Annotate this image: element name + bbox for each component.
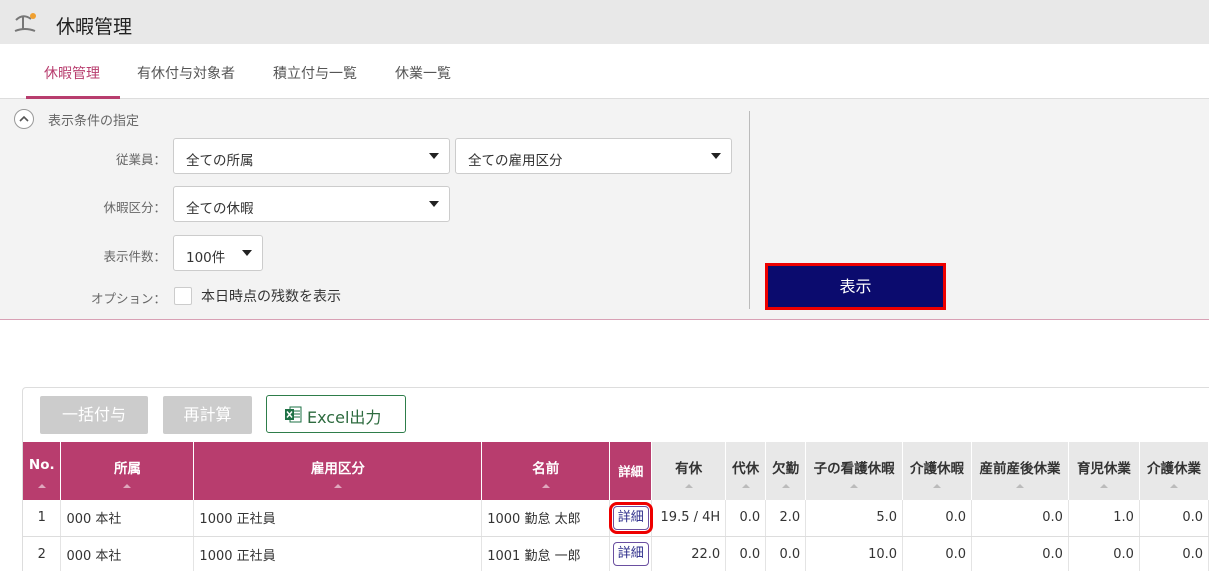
cell-maternity-leave: 0.0 (971, 500, 1069, 537)
remaining-as-of-today-label[interactable]: 本日時点の残数を表示 (201, 286, 341, 306)
beach-umbrella-icon (14, 13, 36, 32)
cell-no: 2 (23, 536, 62, 571)
leave-table: No. 所属 雇用区分 名前 詳細 有休 代休 欠勤 子の看護休暇 介護休暇 産… (23, 442, 1209, 571)
cell-name: 1000 勤怠 太郎 (481, 500, 611, 537)
cell-absence: 0.0 (765, 536, 807, 571)
sort-arrow-icon (850, 484, 859, 488)
tab-paid-leave-grant-targets[interactable]: 有休付与対象者 (137, 63, 235, 83)
title-bar: 休暇管理 (0, 0, 1209, 44)
sort-arrow-icon (684, 484, 693, 488)
column-header-child-care-leave[interactable]: 子の看護休暇 (805, 442, 904, 500)
sort-arrow-icon (781, 484, 790, 488)
option-label: オプション： (90, 291, 166, 306)
cell-child-care-leave: 10.0 (805, 536, 904, 571)
cell-nursing-care-leave: 0.0 (902, 536, 973, 571)
sort-arrow-icon (933, 484, 942, 488)
cell-department: 000 本社 (60, 500, 195, 537)
cell-parental-leave: 0.0 (1068, 536, 1140, 571)
column-header-paid-leave[interactable]: 有休 (651, 442, 727, 500)
excel-export-label: Excel出力 (307, 408, 382, 427)
column-header-detail: 詳細 (609, 442, 653, 500)
show-button[interactable]: 表示 (765, 263, 946, 310)
sort-arrow-icon (541, 484, 550, 488)
recalculate-button[interactable]: 再計算 (163, 396, 252, 434)
tab-bar: 休暇管理 有休付与対象者 積立付与一覧 休業一覧 (0, 44, 1209, 99)
display-count-select-value: 100件 (186, 250, 226, 266)
dropdown-caret-icon (429, 201, 439, 207)
column-header-maternity-leave[interactable]: 産前産後休業 (971, 442, 1069, 500)
tab-leave-of-absence-list[interactable]: 休業一覧 (395, 63, 451, 83)
cell-paid-leave: 22.0 (651, 536, 727, 571)
sort-arrow-icon (37, 484, 46, 488)
detail-button[interactable]: 詳細 (608, 501, 653, 534)
display-count-select[interactable]: 100件 (173, 235, 263, 271)
cell-maternity-leave: 0.0 (971, 536, 1069, 571)
employment-type-select-value: 全ての雇用区分 (468, 153, 563, 169)
collapse-button[interactable] (14, 109, 34, 129)
display-count-label: 表示件数： (103, 249, 166, 264)
cell-compensatory-leave: 0.0 (725, 500, 767, 537)
sort-arrow-icon (333, 484, 342, 488)
sort-arrow-icon (123, 484, 132, 488)
excel-icon (285, 406, 302, 423)
cell-child-care-leave: 5.0 (805, 500, 904, 537)
tab-leave-management[interactable]: 休暇管理 (44, 63, 100, 83)
column-header-department[interactable]: 所属 (60, 442, 195, 500)
cell-absence: 2.0 (765, 500, 807, 537)
department-select[interactable]: 全ての所属 (173, 138, 450, 174)
leave-type-select-value: 全ての休暇 (186, 201, 254, 217)
cell-paid-leave: 19.5 / 4H (651, 500, 727, 537)
column-header-no[interactable]: No. (23, 442, 62, 500)
employment-type-select[interactable]: 全ての雇用区分 (455, 138, 732, 174)
column-header-name[interactable]: 名前 (481, 442, 611, 500)
cell-care-leave-of-absence: 0.0 (1139, 500, 1209, 537)
column-header-nursing-care-leave[interactable]: 介護休暇 (902, 442, 973, 500)
dropdown-caret-icon (429, 153, 439, 159)
tab-accumulated-grant-list[interactable]: 積立付与一覧 (273, 63, 357, 83)
cell-department: 000 本社 (60, 536, 195, 571)
filter-title: 表示条件の指定 (48, 114, 140, 129)
sort-arrow-icon (1169, 484, 1178, 488)
column-header-employment-type[interactable]: 雇用区分 (193, 442, 483, 500)
cell-detail: 詳細 (609, 536, 653, 571)
bulk-grant-button[interactable]: 一括付与 (40, 396, 148, 434)
detail-button[interactable]: 詳細 (612, 542, 649, 566)
sort-arrow-icon (1099, 484, 1108, 488)
column-header-care-leave-of-absence[interactable]: 介護休業 (1139, 442, 1209, 500)
cell-no: 1 (23, 500, 62, 537)
employee-label: 従業員： (115, 152, 166, 167)
cell-name: 1001 勤怠 一郎 (481, 536, 611, 571)
column-header-absence[interactable]: 欠勤 (765, 442, 807, 500)
app-title: 休暇管理 (56, 16, 133, 38)
column-header-parental-leave[interactable]: 育児休業 (1068, 442, 1140, 500)
cell-detail: 詳細 (608, 500, 653, 537)
cell-compensatory-leave: 0.0 (725, 536, 767, 571)
column-header-compensatory-leave[interactable]: 代休 (725, 442, 767, 500)
table-row: 1 000 本社 1000 正社員 1000 勤怠 太郎 詳細 19.5 / 4… (23, 500, 1209, 537)
cell-employment-type: 1000 正社員 (193, 536, 483, 571)
remaining-as-of-today-checkbox[interactable] (174, 287, 192, 305)
cell-employment-type: 1000 正社員 (193, 500, 483, 537)
table-header-row: No. 所属 雇用区分 名前 詳細 有休 代休 欠勤 子の看護休暇 介護休暇 産… (23, 442, 1209, 500)
leave-type-label: 休暇区分： (103, 200, 166, 215)
cell-parental-leave: 1.0 (1068, 500, 1140, 537)
sort-arrow-icon (741, 484, 750, 488)
sort-arrow-icon (1016, 484, 1024, 488)
excel-export-button[interactable]: Excel出力 (266, 395, 406, 433)
dropdown-caret-icon (711, 153, 721, 159)
chevron-up-icon (19, 115, 29, 122)
cell-care-leave-of-absence: 0.0 (1139, 536, 1209, 571)
department-select-value: 全ての所属 (186, 153, 254, 169)
dropdown-caret-icon (242, 250, 252, 256)
filter-divider (749, 111, 750, 309)
table-row: 2 000 本社 1000 正社員 1001 勤怠 一郎 詳細 22.0 0.0… (23, 536, 1209, 571)
leave-type-select[interactable]: 全ての休暇 (173, 186, 450, 222)
cell-nursing-care-leave: 0.0 (902, 500, 973, 537)
